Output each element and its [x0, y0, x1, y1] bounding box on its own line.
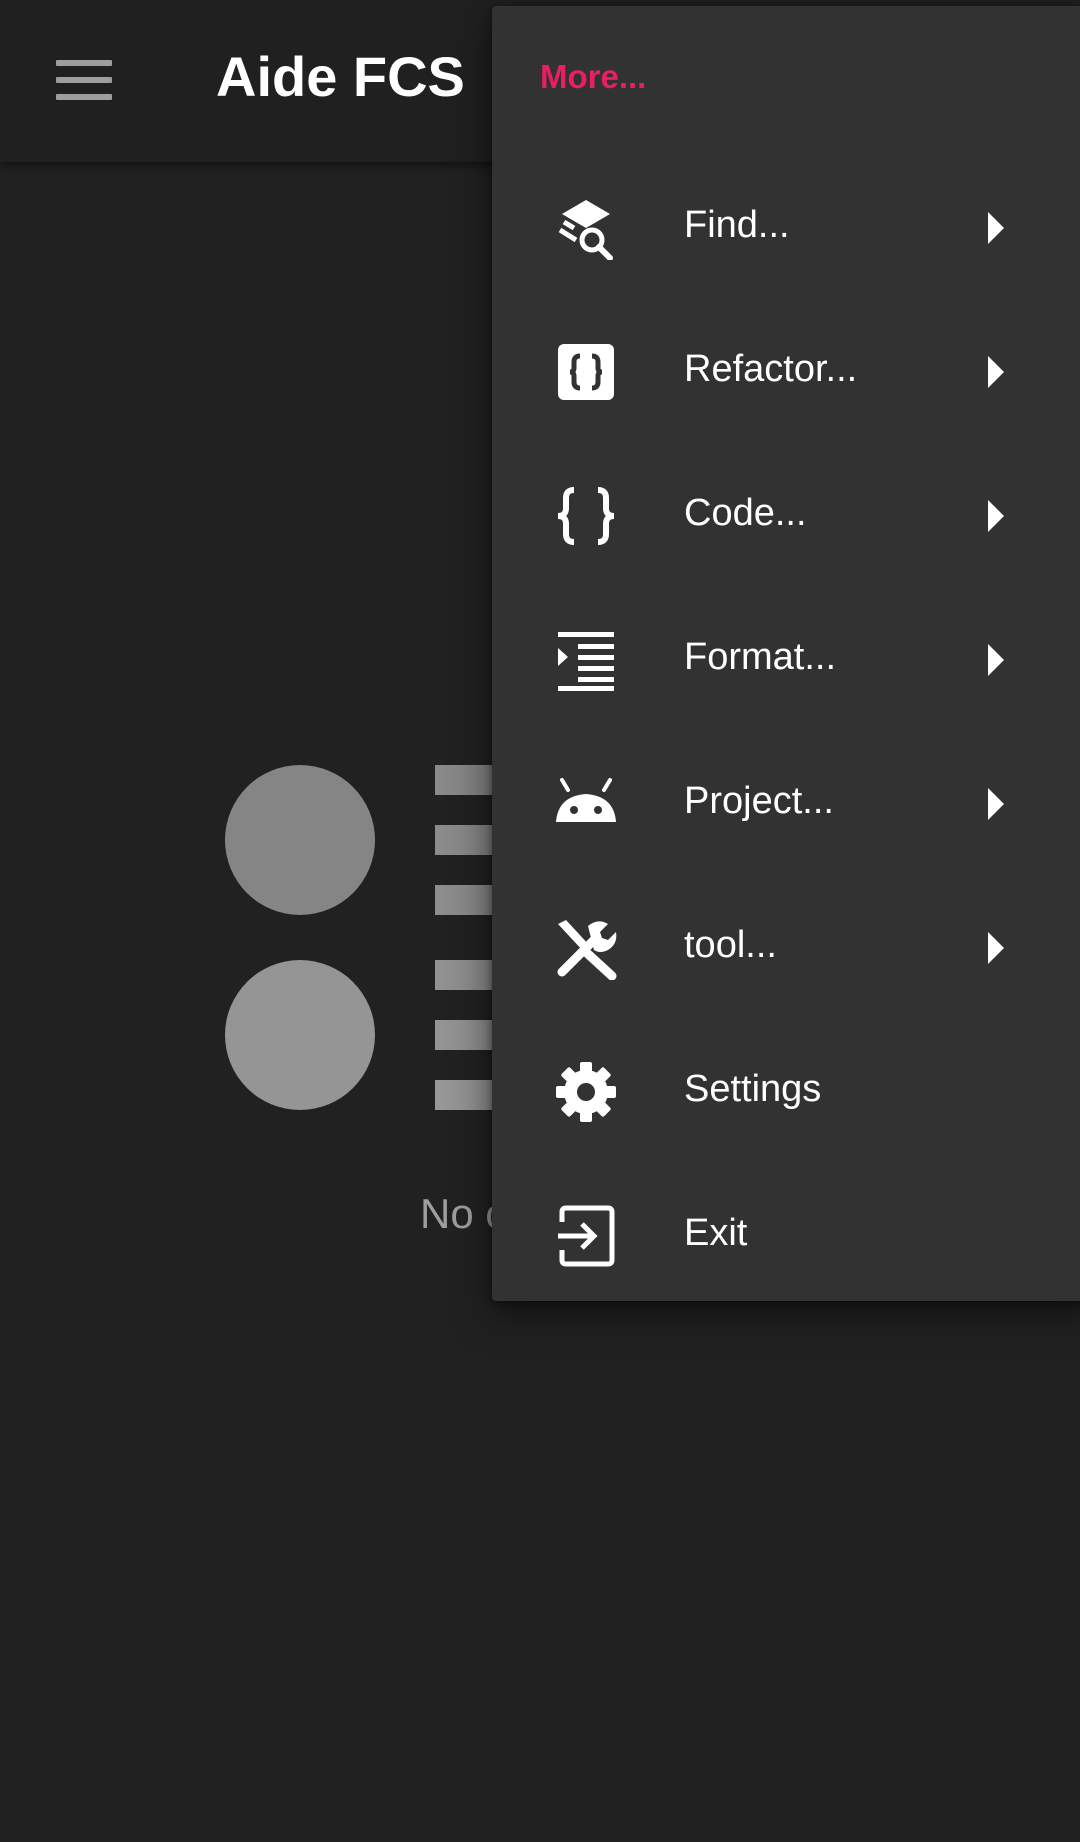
submenu-arrow-icon — [988, 644, 1004, 676]
menu-item-settings[interactable]: Settings — [492, 1020, 1080, 1164]
menu-item-label: Refactor... — [684, 348, 858, 390]
placeholder-circle-bottom — [225, 960, 375, 1110]
menu-item-format[interactable]: Format... — [492, 588, 1080, 732]
menu-item-find[interactable]: Find... — [492, 156, 1080, 300]
menu-item-exit[interactable]: Exit — [492, 1164, 1080, 1308]
menu-header: More... — [540, 58, 647, 95]
refactor-icon — [558, 344, 614, 400]
submenu-arrow-icon — [988, 932, 1004, 964]
submenu-arrow-icon — [988, 788, 1004, 820]
menu-item-label: Settings — [684, 1068, 822, 1110]
menu-item-label: Project... — [684, 780, 834, 822]
submenu-arrow-icon — [988, 356, 1004, 388]
exit-icon — [558, 1205, 615, 1267]
menu-item-label: Exit — [684, 1212, 748, 1254]
find-icon — [558, 200, 613, 260]
menu-item-label: Code... — [684, 492, 807, 534]
tools-icon — [557, 920, 617, 980]
menu-item-tool[interactable]: tool... — [492, 876, 1080, 1020]
placeholder-circle-top — [225, 765, 375, 915]
android-icon — [556, 778, 616, 822]
menu-item-label: Find... — [684, 204, 790, 246]
menu-item-project[interactable]: Project... — [492, 732, 1080, 876]
gear-icon — [556, 1062, 616, 1122]
app-screen: Aide FCS No c More... Find... Refactor..… — [0, 0, 1080, 1842]
menu-item-code[interactable]: Code... — [492, 444, 1080, 588]
app-title: Aide FCS — [216, 45, 465, 108]
overflow-menu: More... Find... Refactor... Code... Form… — [492, 6, 1080, 1301]
hamburger-menu-icon[interactable] — [56, 60, 112, 100]
format-indent-icon — [558, 632, 614, 691]
submenu-arrow-icon — [988, 500, 1004, 532]
menu-item-label: Format... — [684, 636, 837, 678]
menu-item-label: tool... — [684, 924, 777, 966]
menu-item-refactor[interactable]: Refactor... — [492, 300, 1080, 444]
code-braces-icon — [557, 487, 615, 545]
submenu-arrow-icon — [988, 212, 1004, 244]
